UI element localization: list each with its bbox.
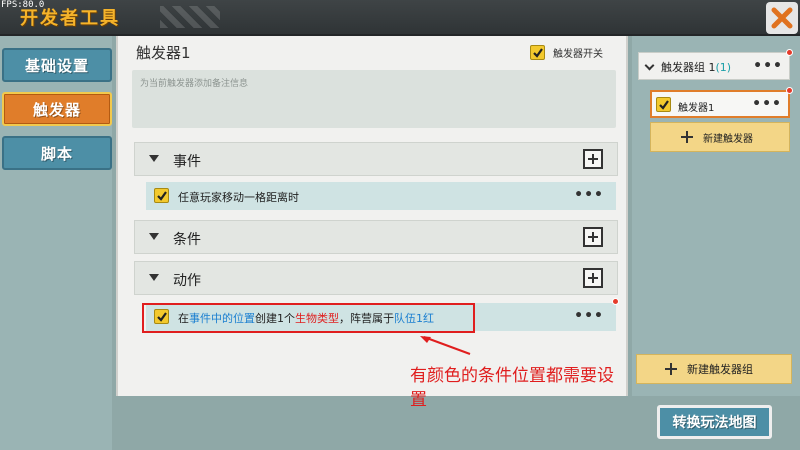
chevron-down-icon — [644, 60, 655, 71]
new-trigger-label: 新建触发器 — [703, 133, 753, 145]
condition-section-label: 条件 — [173, 232, 201, 248]
trigger-switch-checkbox[interactable] — [530, 45, 545, 60]
check-icon — [157, 191, 167, 201]
plus-icon — [665, 363, 677, 375]
switch-game-map-button[interactable]: 转换玩法地图 — [657, 405, 772, 439]
annotation-arrow-icon — [420, 336, 471, 355]
trigger-note-input[interactable]: 为当前触发器添加备注信息 — [132, 70, 616, 128]
add-condition-button[interactable] — [583, 227, 603, 247]
new-trigger-group-button[interactable]: 新建触发器组 — [636, 354, 792, 384]
sidebar-item-basic-settings[interactable]: 基础设置 — [2, 48, 112, 82]
more-options-icon[interactable]: ••• — [753, 59, 783, 73]
more-options-icon[interactable]: ••• — [574, 188, 604, 202]
collapse-triangle-icon — [149, 274, 159, 281]
annotation-text: 有颜色的条件位置都需要设置 — [410, 366, 614, 410]
notification-dot — [786, 87, 793, 94]
trigger-group-count: (1) — [715, 61, 732, 74]
close-icon — [771, 7, 793, 29]
event-row[interactable]: 任意玩家移动一格距离时 ••• — [146, 182, 616, 210]
plus-icon — [681, 131, 693, 143]
trigger-group-item[interactable]: 触发器组 1(1) ••• — [638, 49, 793, 80]
more-options-icon[interactable]: ••• — [752, 97, 782, 111]
developer-tools-window: 开发者工具 FPS:80.0 基础设置 触发器 脚本 触发器1 触发器开关 为当… — [0, 0, 800, 450]
add-action-button[interactable] — [583, 268, 603, 288]
collapse-triangle-icon — [149, 233, 159, 240]
sidebar: 基础设置 触发器 脚本 — [0, 36, 112, 450]
notification-dot — [786, 49, 793, 56]
new-trigger-group-label: 新建触发器组 — [687, 363, 753, 376]
sidebar-item-triggers[interactable]: 触发器 — [2, 92, 112, 126]
annotation-highlight-box — [142, 303, 475, 333]
trigger-switch-label: 触发器开关 — [553, 49, 603, 60]
more-options-icon[interactable]: ••• — [574, 309, 604, 323]
new-trigger-button[interactable]: 新建触发器 — [650, 122, 790, 152]
title-bar: 开发者工具 FPS:80.0 — [0, 0, 800, 36]
action-section-header[interactable]: 动作 — [134, 261, 618, 295]
trigger-list-item[interactable]: 触发器1 ••• — [650, 87, 793, 118]
event-row-checkbox[interactable] — [154, 188, 169, 203]
trigger-switch[interactable]: 触发器开关 — [530, 45, 603, 60]
event-section-label: 事件 — [173, 154, 201, 170]
trigger-note-placeholder: 为当前触发器添加备注信息 — [140, 79, 249, 89]
event-row-text: 任意玩家移动一格距离时 — [178, 191, 299, 204]
trigger-editor-panel: 触发器1 触发器开关 为当前触发器添加备注信息 事件 任意玩家移动一格距离时 •… — [116, 36, 628, 396]
trigger-group-label-wrap: 触发器组 1(1) — [661, 59, 731, 75]
check-icon — [659, 100, 669, 110]
event-section-header[interactable]: 事件 — [134, 142, 618, 176]
collapse-triangle-icon — [149, 155, 159, 162]
trigger-name-title: 触发器1 — [136, 44, 191, 62]
trigger-group-label: 触发器组 1 — [661, 61, 716, 74]
close-button[interactable] — [766, 2, 798, 34]
fps-counter: FPS:80.0 — [1, 0, 45, 10]
add-event-button[interactable] — [583, 149, 603, 169]
trigger-groups-panel: 触发器组 1(1) ••• 触发器1 ••• 新建触发器 新建触发器组 — [632, 36, 800, 396]
action-section-label: 动作 — [173, 273, 201, 289]
condition-section-header[interactable]: 条件 — [134, 220, 618, 254]
check-icon — [533, 48, 543, 58]
trigger-item-label: 触发器1 — [678, 103, 715, 114]
sidebar-item-scripts[interactable]: 脚本 — [2, 136, 112, 170]
trigger-item-checkbox[interactable] — [656, 97, 671, 112]
title-bar-decoration — [160, 6, 220, 28]
notification-dot — [612, 298, 619, 305]
